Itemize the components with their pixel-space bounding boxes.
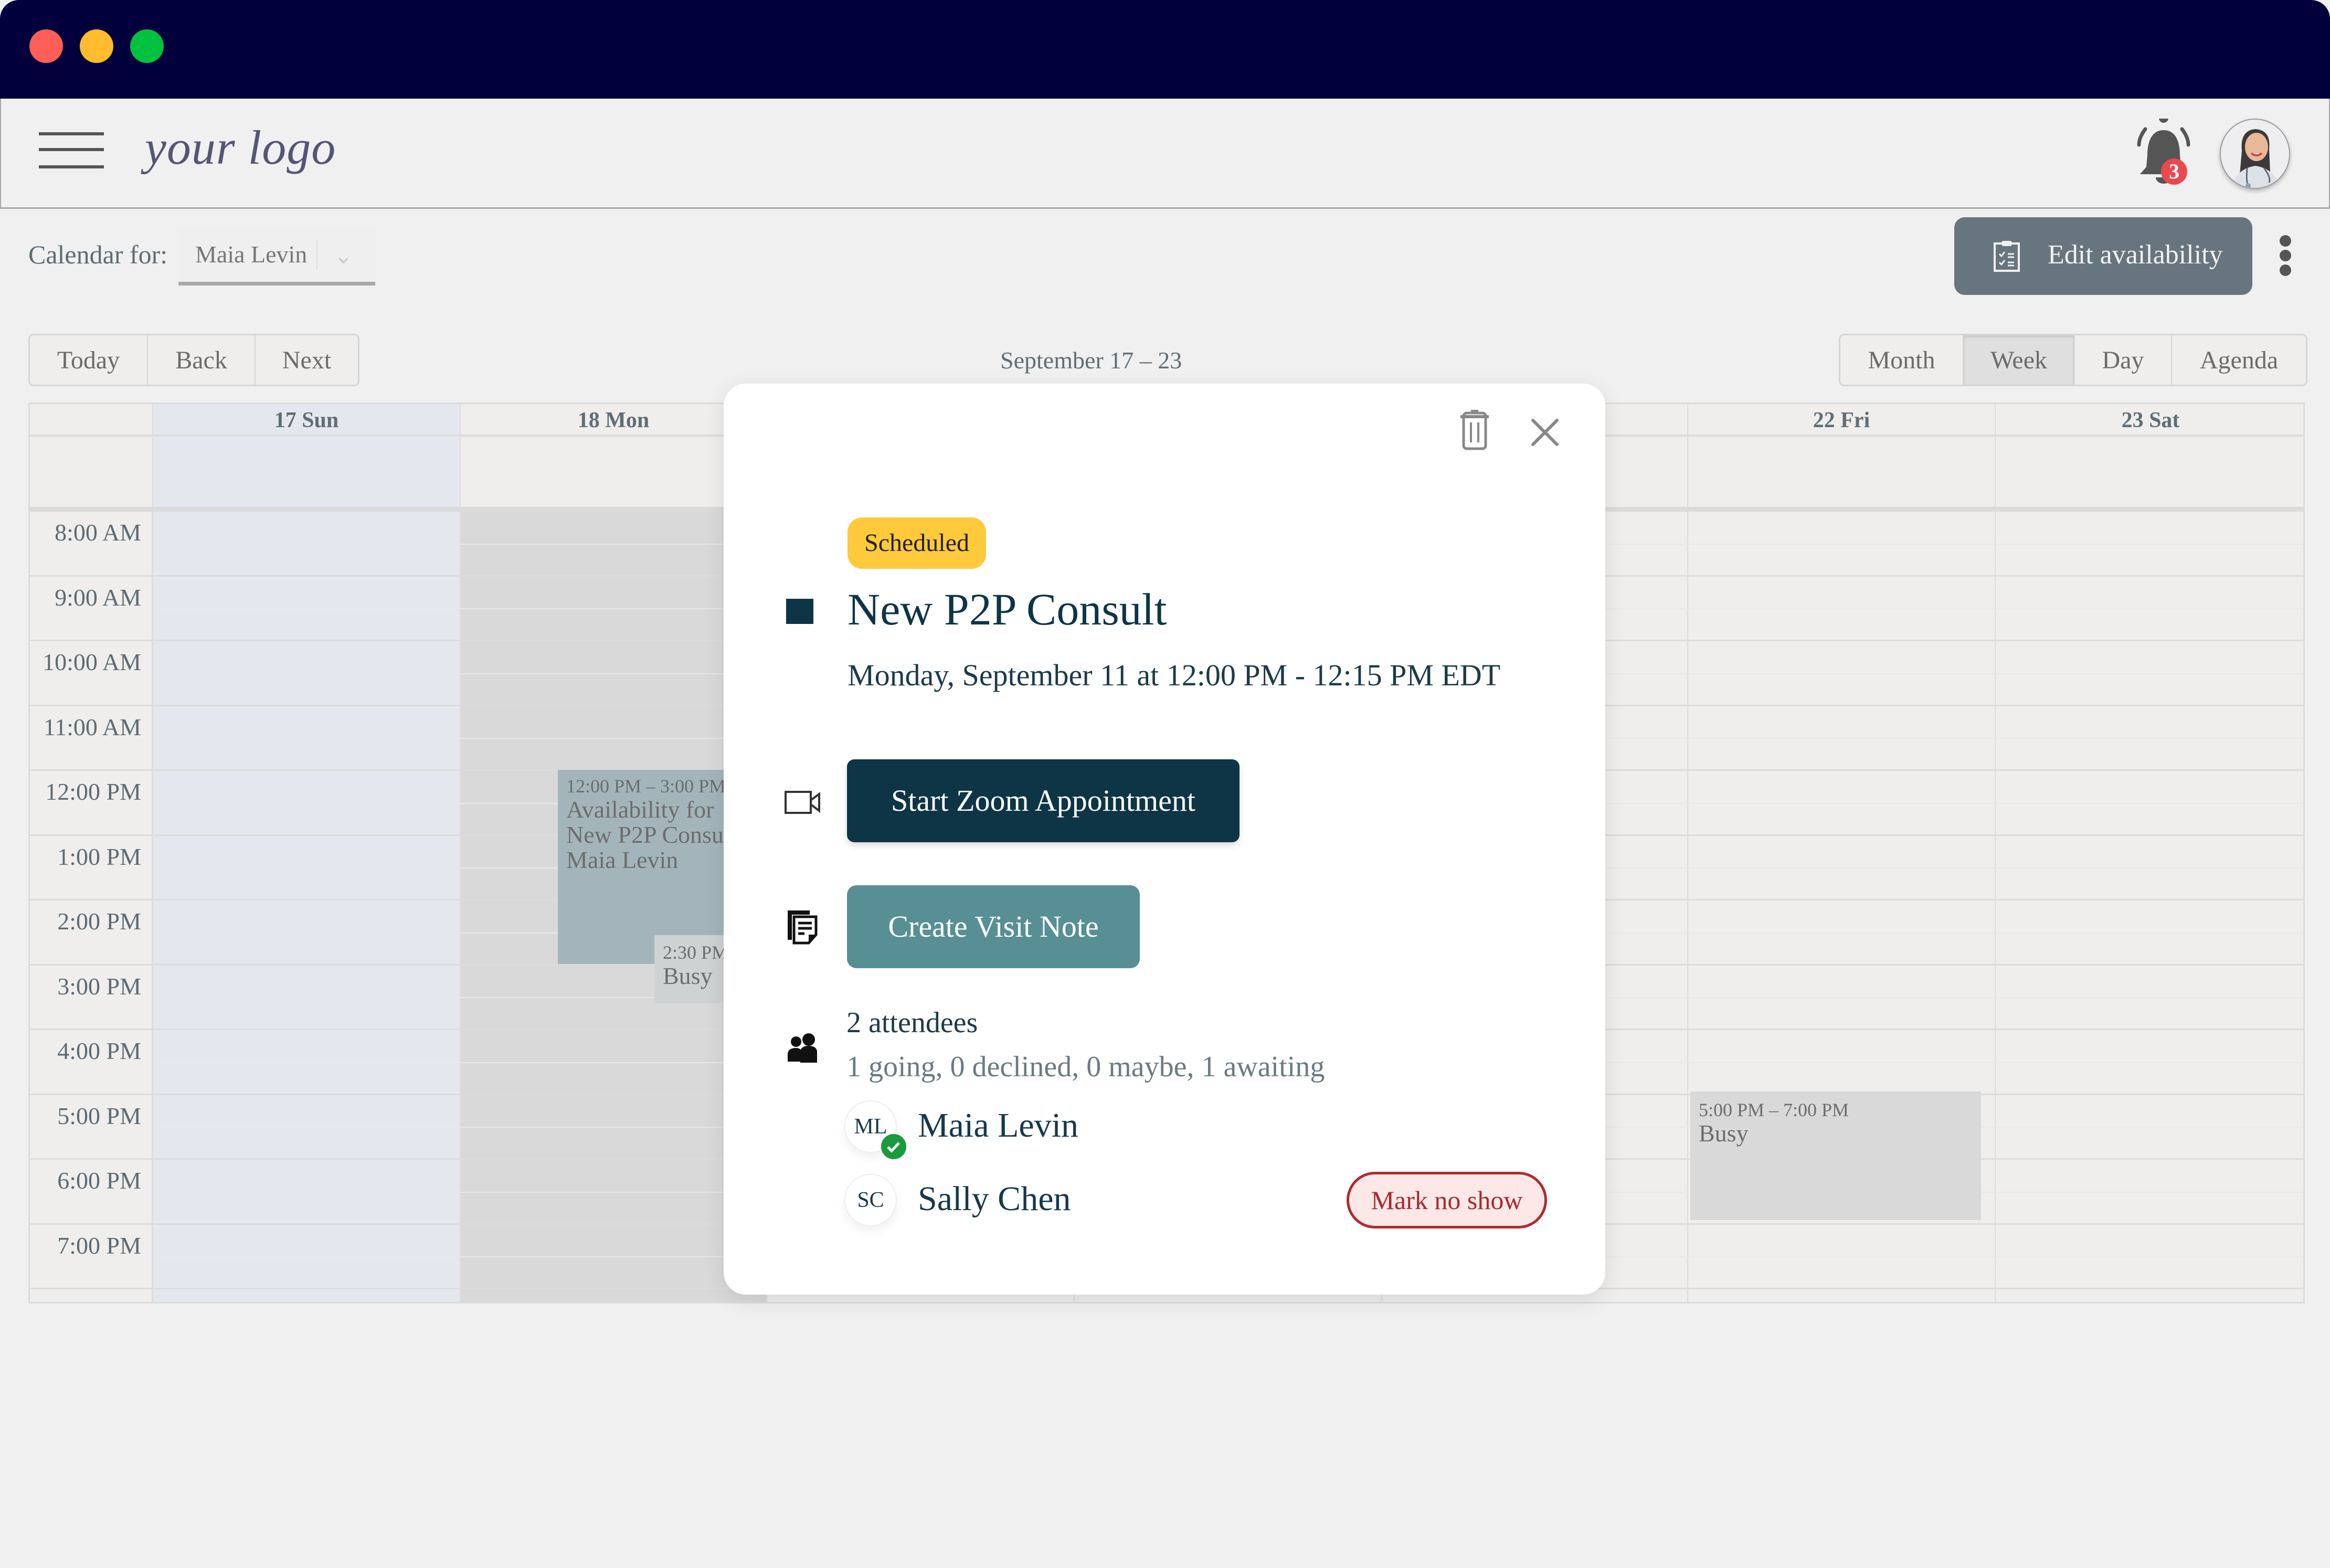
attendee-avatar: SC bbox=[844, 1174, 897, 1226]
gutter-header bbox=[30, 404, 153, 437]
appointment-modal: Scheduled New P2P Consult Monday, Septem… bbox=[724, 384, 1605, 1295]
select-separator bbox=[316, 239, 317, 270]
day-header-fri[interactable]: 22 Fri bbox=[1688, 404, 1996, 437]
attendees-icon bbox=[788, 1033, 817, 1063]
window-maximize-button[interactable] bbox=[130, 29, 164, 63]
time-label: 9:00 AM bbox=[55, 584, 141, 611]
time-label: 12:00 PM bbox=[45, 778, 141, 805]
time-label: 8:00 PM bbox=[30, 1296, 151, 1302]
window-titlebar bbox=[0, 0, 2330, 99]
day-header-sun[interactable]: 17 Sun bbox=[153, 404, 461, 437]
back-button[interactable]: Back bbox=[148, 335, 256, 385]
attendee-name: Maia Levin bbox=[918, 1106, 1079, 1145]
attendees-count: 2 attendees bbox=[846, 1007, 978, 1039]
edit-availability-label: Edit availability bbox=[2048, 240, 2223, 270]
tab-week[interactable]: Week bbox=[1964, 335, 2075, 385]
notes-icon bbox=[788, 910, 818, 945]
time-label: 11:00 AM bbox=[43, 713, 141, 740]
next-button[interactable]: Next bbox=[256, 335, 358, 385]
attendee-row[interactable]: ML Maia Levin bbox=[844, 1100, 1527, 1161]
tab-month[interactable]: Month bbox=[1840, 335, 1964, 385]
appointment-title: New P2P Consult bbox=[848, 584, 1167, 634]
gutter-allday bbox=[30, 437, 153, 507]
time-label: 7:00 PM bbox=[57, 1232, 141, 1259]
hamburger-icon[interactable] bbox=[33, 125, 111, 183]
tab-day[interactable]: Day bbox=[2075, 335, 2172, 385]
doctor-avatar-icon bbox=[2221, 120, 2289, 188]
nav-button-group: Today Back Next bbox=[28, 334, 359, 386]
time-label: 4:00 PM bbox=[57, 1037, 141, 1064]
clipboard-icon bbox=[1994, 241, 2020, 272]
day-header-mon[interactable]: 18 Mon bbox=[461, 404, 767, 437]
time-label: 8:00 AM bbox=[55, 519, 141, 546]
kebab-icon[interactable] bbox=[2278, 235, 2293, 277]
window-minimize-button[interactable] bbox=[80, 29, 113, 63]
time-label: 6:00 PM bbox=[57, 1167, 141, 1194]
view-button-group: Month Week Day Agenda bbox=[1839, 334, 2307, 386]
date-range-label: September 17 – 23 bbox=[1000, 347, 1182, 374]
calendar-for-value: Maia Levin bbox=[195, 241, 308, 268]
event-busy-fri[interactable]: 5:00 PM – 7:00 PM Busy bbox=[1690, 1092, 1981, 1220]
allday-cell[interactable] bbox=[1996, 437, 2303, 507]
app-header: your logo bbox=[0, 99, 2330, 209]
going-check-icon bbox=[879, 1132, 908, 1161]
window-close-button[interactable] bbox=[29, 29, 63, 63]
close-icon[interactable] bbox=[1527, 414, 1563, 451]
today-button[interactable]: Today bbox=[30, 335, 148, 385]
day-column-sun[interactable] bbox=[153, 511, 461, 1302]
appointment-datetime: Monday, September 11 at 12:00 PM - 12:15… bbox=[848, 658, 1501, 692]
calendar-for-label: Calendar for: bbox=[28, 240, 168, 269]
appointment-color-icon bbox=[786, 599, 813, 624]
status-badge: Scheduled bbox=[848, 517, 986, 569]
event-time: 5:00 PM – 7:00 PM bbox=[1699, 1099, 1849, 1120]
time-label: 2:00 PM bbox=[57, 908, 141, 935]
chevron-down-icon: ⌄ bbox=[334, 243, 353, 269]
notification-badge: 3 bbox=[2161, 158, 2187, 185]
time-label: 3:00 PM bbox=[57, 972, 141, 1000]
create-visit-note-button[interactable]: Create Visit Note bbox=[847, 885, 1140, 968]
trash-icon[interactable] bbox=[1456, 410, 1493, 452]
allday-cell[interactable] bbox=[153, 437, 461, 507]
start-zoom-appointment-button[interactable]: Start Zoom Appointment bbox=[847, 759, 1240, 842]
allday-cell[interactable] bbox=[461, 437, 767, 507]
attendees-summary: 1 going, 0 declined, 0 maybe, 1 awaiting bbox=[846, 1051, 1325, 1083]
day-header-sat[interactable]: 23 Sat bbox=[1996, 404, 2303, 437]
allday-cell[interactable] bbox=[1688, 437, 1996, 507]
tab-agenda[interactable]: Agenda bbox=[2172, 335, 2306, 385]
edit-availability-button[interactable]: Edit availability bbox=[1954, 217, 2252, 295]
time-label: 1:00 PM bbox=[57, 843, 141, 870]
event-title: Busy bbox=[1699, 1120, 1749, 1147]
logo[interactable]: your logo bbox=[145, 120, 336, 175]
calendar-for-select[interactable]: Maia Levin ⌄ bbox=[178, 227, 375, 285]
user-avatar[interactable] bbox=[2220, 119, 2290, 189]
day-column-sat[interactable] bbox=[1996, 511, 2303, 1302]
attendee-name: Sally Chen bbox=[918, 1180, 1071, 1218]
time-label: 5:00 PM bbox=[57, 1102, 141, 1129]
video-camera-icon bbox=[785, 791, 820, 814]
mark-no-show-button[interactable]: Mark no show bbox=[1347, 1172, 1547, 1228]
time-label: 10:00 AM bbox=[43, 649, 141, 675]
